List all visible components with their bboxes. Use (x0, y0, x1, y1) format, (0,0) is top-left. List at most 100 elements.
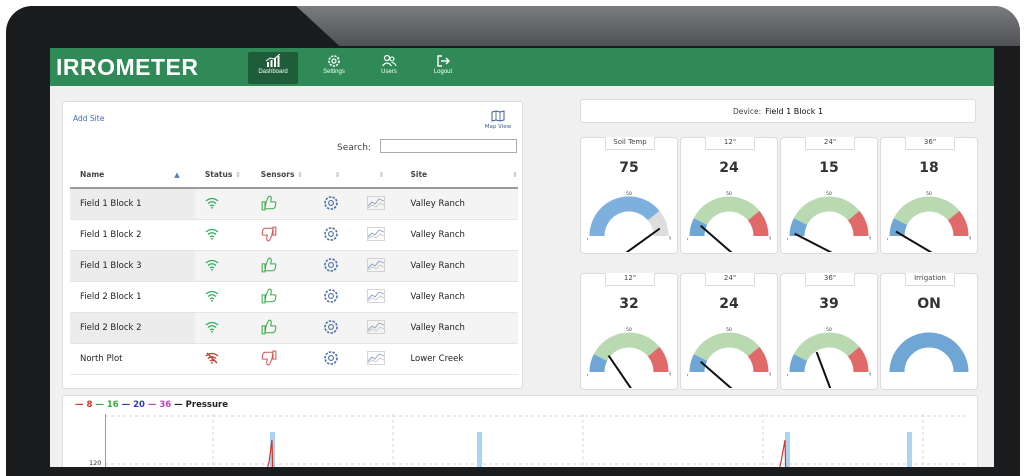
map-view-button[interactable]: Map View (481, 110, 515, 130)
gauge-card: 24" 15 50% (780, 137, 878, 254)
monitor-glare (296, 6, 1020, 46)
gauge-dial: 50% (587, 327, 671, 388)
column-status-label: Status (204, 169, 233, 179)
thumbs-up-icon (261, 319, 277, 334)
site-name-cell[interactable]: Field 1 Block 3 (70, 250, 195, 282)
gauge-dial: 50% (587, 191, 671, 252)
wifi-icon (205, 259, 219, 271)
gauge-min-marker (787, 238, 788, 240)
gear-icon (328, 55, 340, 67)
gear-icon[interactable] (323, 226, 339, 242)
gauge-label: Irrigation (905, 273, 955, 286)
device-selector[interactable]: Device: Field 1 Block 1 (580, 99, 976, 123)
thumbs-up-icon (261, 288, 277, 303)
site-name-cell[interactable]: North Plot (70, 343, 195, 375)
line-chart-icon[interactable] (366, 288, 385, 303)
site-cell: Valley Ranch (400, 188, 518, 220)
gauge-value: 24 (719, 160, 739, 176)
line-chart-icon[interactable] (366, 319, 385, 334)
site-name-cell[interactable]: Field 2 Block 1 (70, 281, 195, 313)
line-chart-icon[interactable] (366, 195, 385, 210)
nav-dashboard[interactable]: Dashboard (248, 52, 298, 84)
gauge-min-marker (687, 238, 688, 240)
gauge-label: Soil Temp (605, 137, 655, 150)
column-header-name[interactable]: Name ▲ (70, 161, 195, 189)
gauge-label: 24" (805, 137, 855, 150)
site-cell: Valley Ranch (400, 312, 518, 344)
top-navbar: IRROMETER Dashboard Settings Users Logou… (50, 48, 994, 86)
line-chart-icon[interactable] (366, 257, 385, 272)
bar-chart-icon (265, 54, 281, 67)
nav-logout[interactable]: Logout (418, 52, 468, 84)
device-value: Field 1 Block 1 (765, 107, 824, 116)
sensors-cell (250, 281, 313, 313)
gear-icon[interactable] (323, 257, 339, 273)
gauge-label: 12" (605, 273, 655, 286)
gear-icon[interactable] (323, 319, 339, 335)
chart-cell (356, 250, 401, 282)
gear-icon[interactable] (323, 350, 339, 366)
sensors-cell (250, 219, 313, 251)
nav-settings[interactable]: Settings (309, 52, 359, 84)
gauge-value: ON (917, 296, 941, 312)
status-cell (194, 281, 251, 313)
search-input[interactable] (380, 139, 517, 153)
site-name-cell[interactable]: Field 1 Block 1 (70, 188, 195, 220)
add-site-link[interactable]: Add Site (73, 114, 104, 123)
nav-users-label: Users (381, 69, 397, 75)
gauge-needle (700, 360, 733, 388)
column-header-site[interactable]: Site ⇕ (400, 161, 518, 189)
gauge-max-label: % (969, 236, 971, 242)
gauge-min-marker (687, 374, 688, 376)
line-chart-icon[interactable] (366, 350, 385, 365)
gauge-label: 36" (805, 273, 855, 286)
table-row[interactable]: Field 2 Block 1 Valley Ranch (70, 281, 518, 313)
gauge-value: 75 (619, 160, 639, 176)
gauge-mid-label: 50 (926, 191, 932, 197)
gauge-dial (889, 332, 969, 373)
gauge-value: 39 (819, 296, 839, 312)
thumbs-down-icon (261, 350, 277, 365)
column-name-label: Name (80, 169, 105, 179)
settings-cell (312, 219, 357, 251)
nav-users[interactable]: Users (364, 52, 414, 84)
status-cell (194, 219, 251, 251)
gauge-dial: 50% (887, 191, 971, 252)
column-header-settings[interactable]: ⇕ (312, 161, 357, 189)
search-label: Search: (337, 143, 371, 153)
site-name-cell[interactable]: Field 1 Block 2 (70, 219, 195, 251)
gauge-needle (895, 230, 933, 252)
table-row[interactable]: North Plot Lower Creek (70, 343, 518, 375)
irrigation-event-band (477, 432, 482, 467)
site-name-cell[interactable]: Field 2 Block 2 (70, 312, 195, 344)
gauge-mid-label: 50 (626, 327, 632, 333)
table-row[interactable]: Field 1 Block 1 Valley Ranch (70, 188, 518, 220)
sensors-cell (250, 188, 313, 220)
series-8-line (779, 439, 787, 467)
column-header-chart[interactable]: ⇕ (356, 161, 401, 189)
status-cell (194, 343, 251, 375)
table-row[interactable]: Field 2 Block 2 Valley Ranch (70, 312, 518, 344)
column-header-sensors[interactable]: Sensors ⇕ (250, 161, 313, 189)
chart-cell (356, 188, 401, 220)
sort-ascending-icon: ▲ (174, 170, 180, 179)
wifi-icon (205, 321, 219, 333)
column-header-status[interactable]: Status ⇕ (194, 161, 251, 189)
table-row[interactable]: Field 1 Block 3 Valley Ranch (70, 250, 518, 282)
chart-cell (356, 312, 401, 344)
gear-icon[interactable] (323, 195, 339, 211)
y-axis-line (105, 414, 106, 467)
gauge-card: 12" 32 50% (580, 273, 678, 390)
irrigation-event-band (907, 432, 912, 467)
settings-cell (312, 250, 357, 282)
gauge-min-marker (787, 374, 788, 376)
gauge-label: 24" (705, 273, 755, 286)
gear-icon[interactable] (323, 288, 339, 304)
gauge-max-label: % (769, 372, 771, 378)
status-cell (194, 188, 251, 220)
gauge-card: Irrigation ON (880, 273, 978, 390)
line-chart-icon[interactable] (366, 226, 385, 241)
table-row[interactable]: Field 1 Block 2 Valley Ranch (70, 219, 518, 251)
history-chart-plot (105, 414, 968, 467)
history-chart-panel: — 8 — 16 — 20 — 36 — Pressure 120 (62, 395, 978, 467)
